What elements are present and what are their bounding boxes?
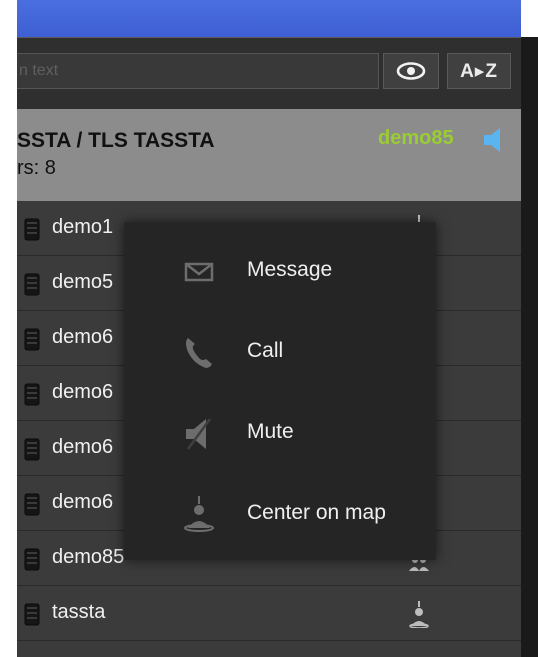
context-menu: Message Call Mute Center on map [124, 222, 436, 560]
title-bar [17, 0, 521, 37]
context-menu-label: Center on map [247, 501, 386, 524]
user-name: demo6 [52, 326, 114, 348]
handheld-radio-icon [23, 217, 41, 241]
window-frame [519, 37, 538, 657]
handheld-radio-icon [23, 382, 41, 406]
list-item[interactable]: tassta [17, 586, 521, 641]
window-edge [521, 0, 538, 37]
search-input[interactable]: n text [17, 53, 379, 89]
user-name: demo6 [52, 381, 114, 403]
user-location-icon [407, 600, 431, 629]
context-menu-item-call[interactable]: Call [124, 312, 436, 392]
context-menu-label: Call [247, 339, 284, 362]
user-name: tassta [52, 601, 106, 623]
user-name: demo85 [52, 546, 125, 568]
handheld-radio-icon [23, 602, 41, 626]
context-menu-item-message[interactable]: Message [124, 231, 436, 311]
handheld-radio-icon [23, 327, 41, 351]
handheld-radio-icon [23, 437, 41, 461]
context-menu-item-mute[interactable]: Mute [124, 393, 436, 473]
mute-icon [178, 413, 220, 453]
eye-icon [396, 62, 426, 80]
sort-button[interactable]: A▸Z [447, 53, 511, 89]
user-name: demo6 [52, 491, 114, 513]
visibility-toggle-button[interactable] [383, 53, 439, 89]
user-name: demo5 [52, 271, 114, 293]
context-menu-label: Mute [247, 420, 294, 443]
handheld-radio-icon [23, 547, 41, 571]
context-menu-label: Message [247, 258, 333, 281]
user-name: demo1 [52, 216, 114, 238]
group-members-count: rs: 8 [17, 157, 56, 179]
group-current-user: demo85 [378, 127, 454, 149]
map-pin-user-icon [178, 494, 220, 534]
group-header[interactable]: SSTA / TLS TASSTA rs: 8 demo85 [17, 109, 521, 201]
phone-icon [178, 332, 220, 372]
group-name: SSTA / TLS TASSTA [17, 129, 215, 152]
speaker-icon[interactable] [482, 125, 506, 155]
handheld-radio-icon [23, 492, 41, 516]
panel-toolbar: n text A▸Z [17, 37, 521, 109]
user-name: demo6 [52, 436, 114, 458]
app-window: n text A▸Z SSTA / TLS TASSTA rs: 8 demo8… [0, 0, 538, 657]
envelope-icon [178, 251, 220, 291]
handheld-radio-icon [23, 272, 41, 296]
context-menu-item-center-on-map[interactable]: Center on map [124, 474, 436, 554]
